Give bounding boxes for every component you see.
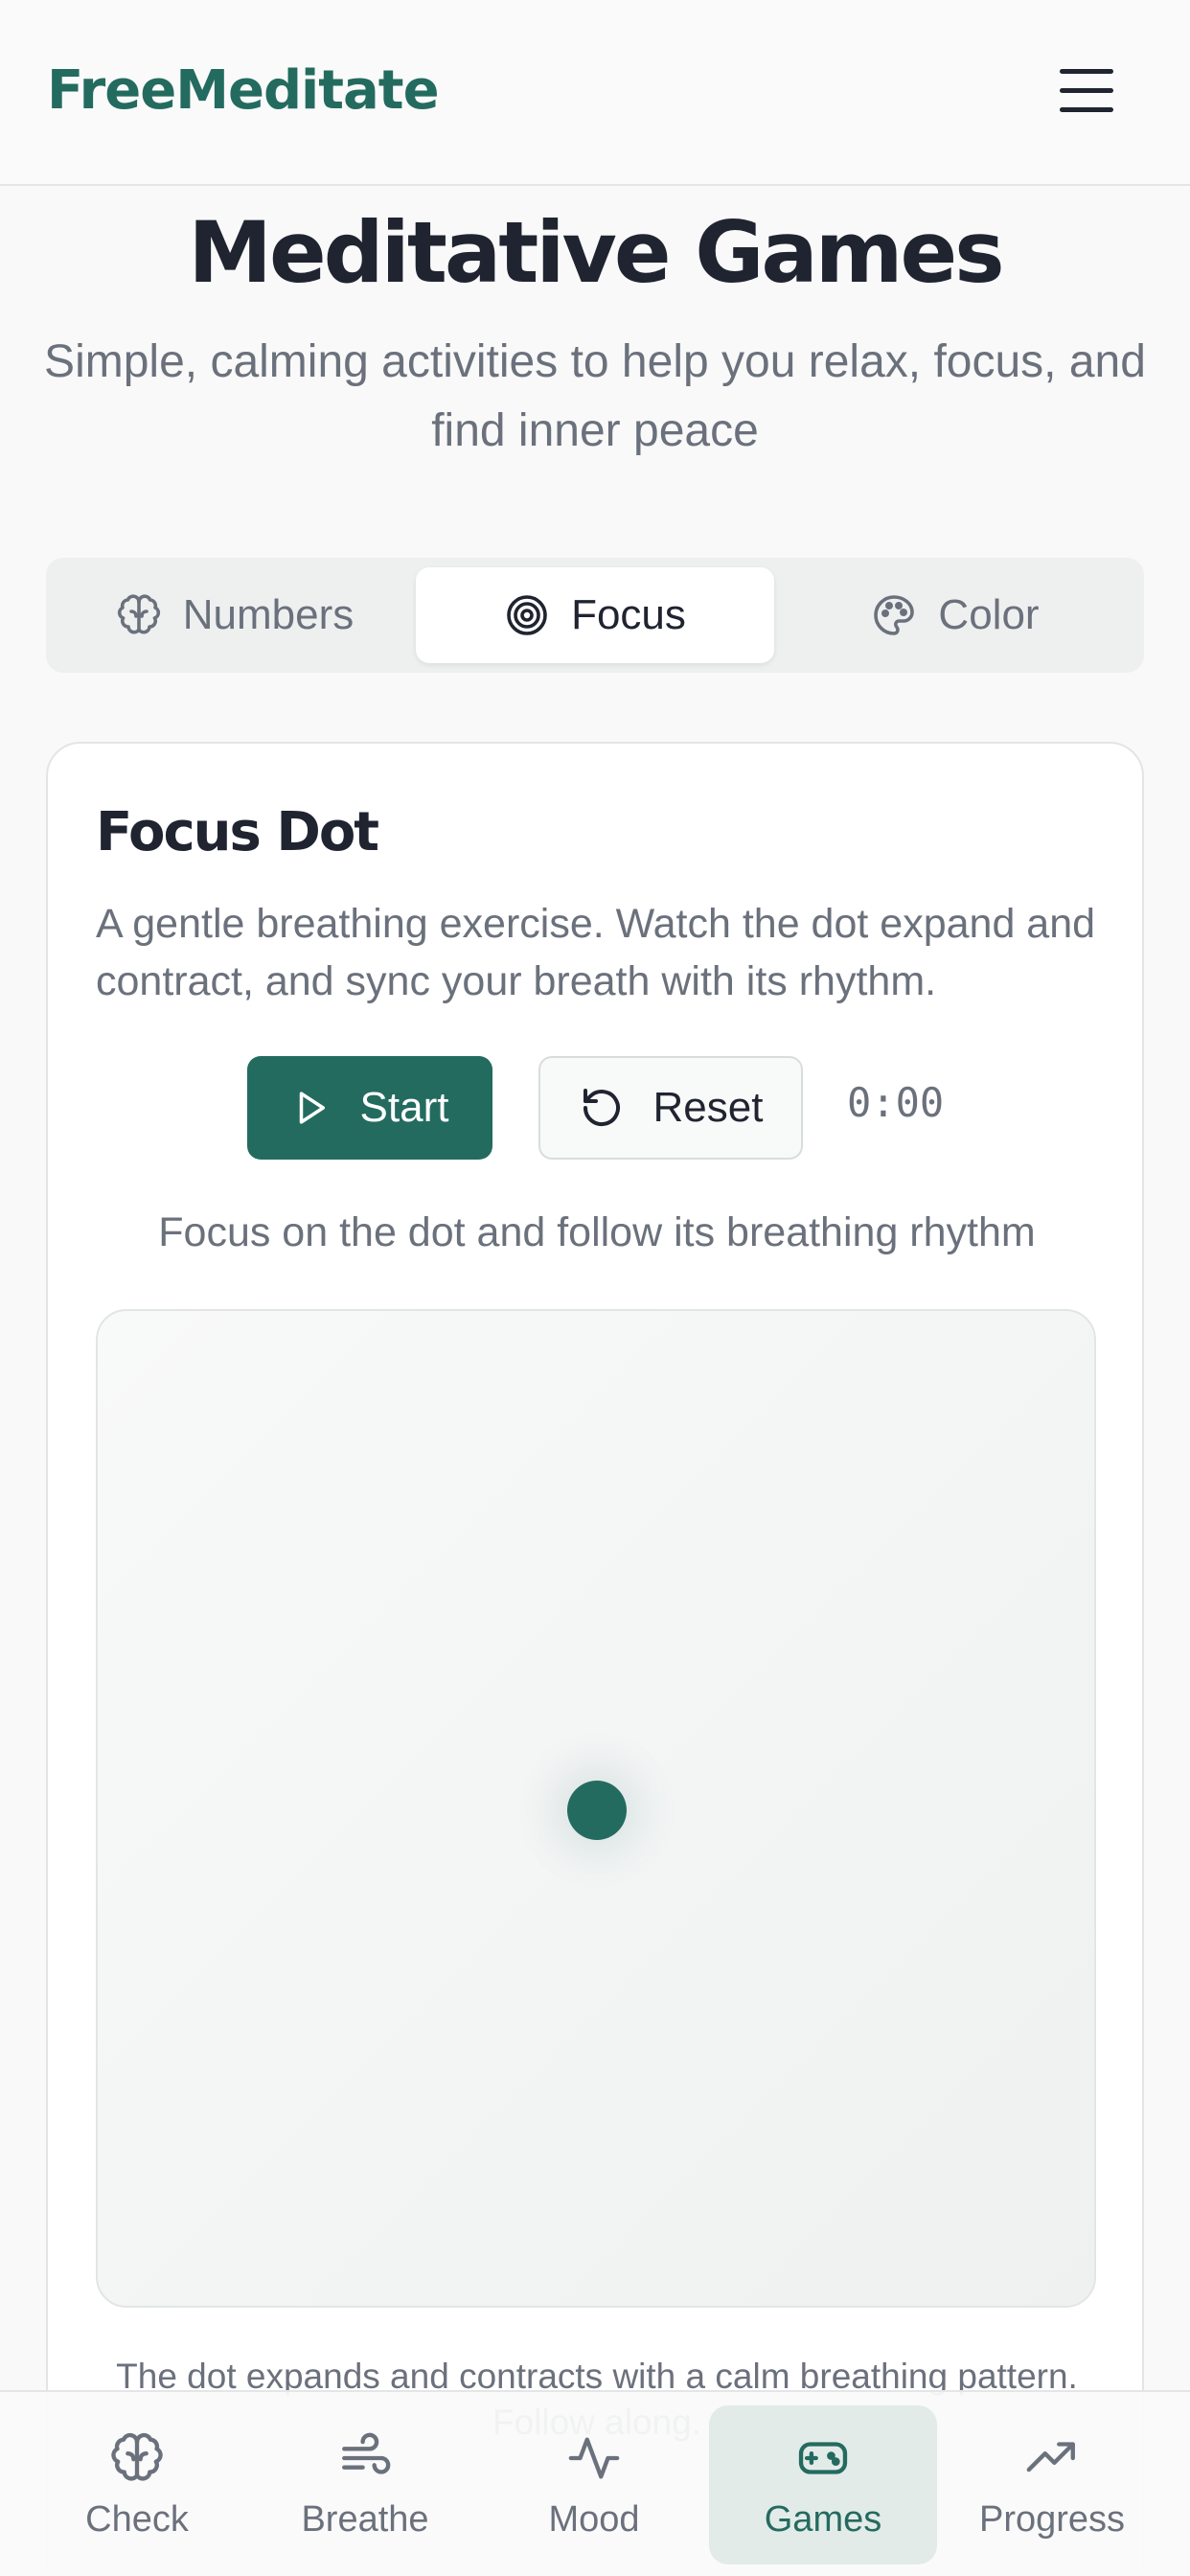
tab-color[interactable]: Color bbox=[776, 567, 1134, 663]
start-button[interactable]: Start bbox=[247, 1056, 492, 1160]
game-instruction: Focus on the dot and follow its breathin… bbox=[158, 1209, 1036, 1255]
nav-item-games[interactable]: Games bbox=[709, 2405, 937, 2564]
focus-dot bbox=[567, 1781, 627, 1840]
nav-item-label: Mood bbox=[548, 2498, 640, 2540]
session-timer: 0:00 bbox=[847, 1079, 945, 1126]
trending-up-icon bbox=[1026, 2441, 1075, 2472]
nav-item-check[interactable]: Check bbox=[23, 2405, 251, 2564]
meditative-games-page: FreeMeditate Meditative Games Simple, ca… bbox=[0, 0, 1190, 2576]
palette-icon bbox=[874, 595, 915, 635]
game-description: A gentle breathing exercise. Watch the d… bbox=[96, 901, 1096, 1004]
play-icon bbox=[299, 1092, 325, 1124]
tab-color-label: Color bbox=[938, 591, 1040, 638]
page-subtitle: Simple, calming activities to help you r… bbox=[44, 336, 1146, 456]
game-tabs: Numbers Focus Color bbox=[46, 558, 1144, 673]
tab-numbers-label: Numbers bbox=[182, 591, 355, 638]
gamepad-icon bbox=[798, 2441, 848, 2474]
nav-item-label: Check bbox=[85, 2498, 189, 2540]
app-header: FreeMeditate bbox=[0, 0, 1190, 186]
rotate-ccw-icon bbox=[583, 1089, 620, 1127]
focus-area[interactable] bbox=[96, 1309, 1096, 2308]
reset-button-label: Reset bbox=[652, 1084, 764, 1131]
nav-item-label: Progress bbox=[978, 2498, 1126, 2540]
wind-icon bbox=[342, 2432, 391, 2474]
nav-item-label: Games bbox=[764, 2498, 882, 2540]
tab-focus-label: Focus bbox=[571, 591, 686, 638]
activity-icon bbox=[568, 2436, 620, 2479]
reset-button[interactable]: Reset bbox=[538, 1056, 803, 1160]
nav-item-mood[interactable]: Mood bbox=[480, 2405, 708, 2564]
hamburger-menu-icon[interactable] bbox=[1054, 65, 1121, 119]
brand-logo[interactable]: FreeMeditate bbox=[47, 59, 440, 122]
tab-focus[interactable]: Focus bbox=[416, 567, 774, 663]
game-title: Focus Dot bbox=[96, 801, 379, 863]
nav-item-progress[interactable]: Progress bbox=[938, 2405, 1166, 2564]
tab-numbers[interactable]: Numbers bbox=[56, 567, 414, 663]
brain-icon bbox=[117, 594, 160, 634]
nav-item-label: Breathe bbox=[301, 2498, 429, 2540]
target-icon bbox=[507, 595, 547, 635]
page-title: Meditative Games bbox=[188, 203, 1004, 302]
brain-icon bbox=[111, 2432, 163, 2480]
focus-dot-card: Focus Dot A gentle breathing exercise. W… bbox=[46, 742, 1144, 2576]
nav-item-breathe[interactable]: Breathe bbox=[251, 2405, 479, 2564]
start-button-label: Start bbox=[359, 1084, 449, 1131]
bottom-navigation: Check Breathe Mood Games Progress bbox=[0, 2390, 1190, 2576]
